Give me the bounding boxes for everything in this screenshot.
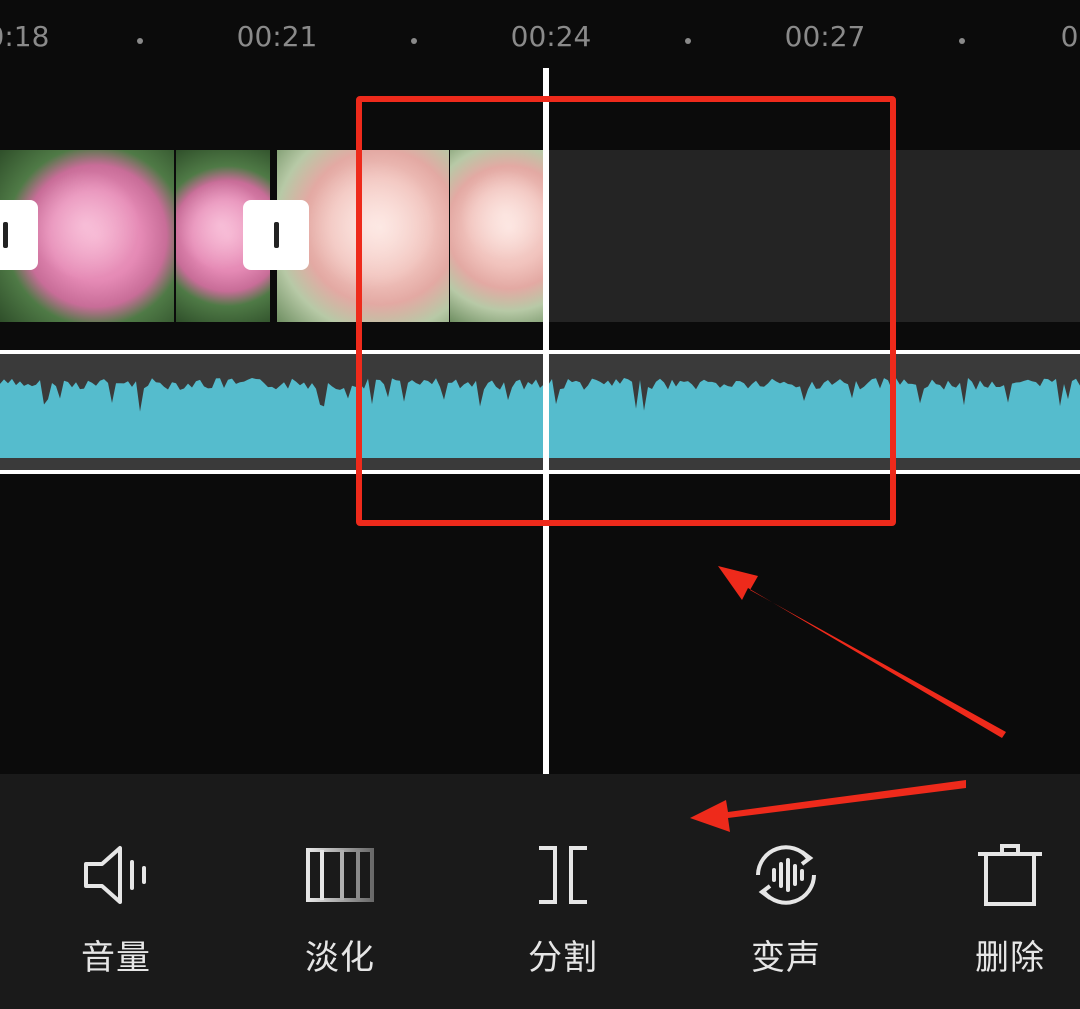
annotation-arrow-up bbox=[718, 566, 1006, 738]
annotation-arrows bbox=[690, 566, 1006, 832]
annotation-arrow-left bbox=[690, 780, 966, 832]
